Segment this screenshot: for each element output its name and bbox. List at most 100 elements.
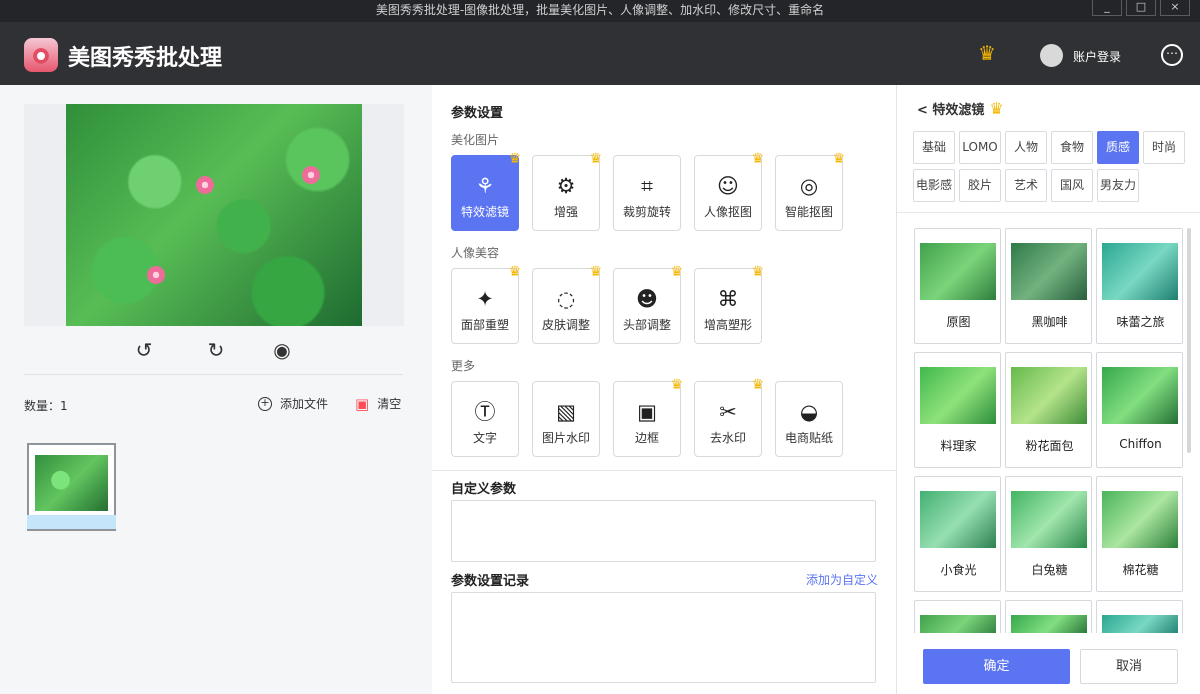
filter-card[interactable]: 料理家 (914, 352, 1001, 468)
filter-card[interactable]: 黑咖啡 (1005, 228, 1092, 344)
filter-card[interactable]: 小食光 (914, 476, 1001, 592)
filter-card-partial[interactable] (1005, 600, 1092, 637)
filter-card[interactable]: 粉花面包 (1005, 352, 1092, 468)
parameter-record-box[interactable] (451, 592, 876, 683)
filter-category[interactable]: 基础 (913, 131, 955, 164)
feature-remove-watermark[interactable]: ✂ 去水印 ♛ (694, 378, 764, 457)
filter-card[interactable]: 白兔糖 (1005, 476, 1092, 592)
flower-mark (302, 166, 320, 184)
crown-icon: ♛ (670, 377, 683, 393)
thumbnail-selection-bar (27, 515, 116, 529)
crown-icon: ♛ (832, 151, 845, 167)
feature-enhance[interactable]: ⚙ 增强 ♛ (532, 152, 602, 231)
filter-card-partial[interactable] (914, 600, 1001, 637)
parameter-record-title: 参数设置记录 (451, 574, 530, 589)
crown-icon: ♛ (508, 264, 521, 280)
confirm-button[interactable]: 确定 (923, 649, 1070, 684)
app-name: 美图秀秀批处理 (68, 46, 223, 71)
filter-footer: 确定 取消 (897, 633, 1200, 694)
filter-preview-image (920, 243, 996, 300)
filter-name: 料理家 (940, 439, 977, 453)
feature-label: 电商贴纸 (784, 431, 833, 445)
filter-category[interactable]: 人物 (1005, 131, 1047, 164)
filter-card[interactable]: 原图 (914, 228, 1001, 344)
section-title: 人像美容 (451, 246, 500, 260)
preview-icon[interactable]: ◉ (266, 337, 298, 363)
feature-text[interactable]: Ⓣ 文字 (451, 381, 519, 457)
filter-category[interactable]: 艺术 (1005, 169, 1047, 202)
left-panel: ↺ ↻ ◉ 数量：1 + 添加文件 ▣ 清空 (0, 85, 432, 694)
avatar[interactable] (1040, 44, 1063, 67)
count-label: 数量： (24, 399, 61, 413)
add-file-button[interactable]: + 添加文件 (258, 395, 328, 412)
feature-border[interactable]: ▣ 边框 ♛ (613, 377, 683, 457)
filter-card-partial[interactable] (1096, 600, 1183, 637)
filter-category-selected[interactable]: 质感 (1097, 131, 1139, 164)
feature-special-filter[interactable]: ⚘ 特效滤镜 ♛ (451, 152, 521, 231)
feature-face-reshape[interactable]: ✦ 面部重塑 ♛ (451, 264, 521, 344)
login-link[interactable]: 账户登录 (1073, 48, 1121, 65)
filter-preview-image (1102, 491, 1178, 548)
filter-name: 棉花糖 (1122, 563, 1159, 577)
app-logo (24, 38, 58, 72)
remove-watermark-icon: ✂ (719, 400, 737, 424)
clear-button[interactable]: ▣ 清空 (355, 395, 401, 412)
custom-parameters-box[interactable] (451, 500, 876, 562)
add-custom-link[interactable]: 添加为自定义 (806, 571, 878, 588)
middle-divider (432, 470, 896, 471)
back-filter-title[interactable]: < 特效滤镜 ♛ (917, 99, 1004, 118)
filter-name: 白兔糖 (1031, 563, 1068, 577)
feature-image-watermark[interactable]: ▧ 图片水印 (532, 381, 600, 457)
filter-card[interactable]: 味蕾之旅 (1096, 228, 1183, 344)
filter-category[interactable]: 食物 (1051, 131, 1093, 164)
feature-portrait-cutout[interactable]: ☺ 人像抠图 ♛ (694, 152, 764, 231)
filter-category[interactable]: 国风 (1051, 169, 1093, 202)
feature-head-adjust[interactable]: ☻ 头部调整 ♛ (613, 265, 683, 344)
feature-height-shape[interactable]: ⌘ 增高塑形 ♛ (694, 264, 764, 344)
smart-cutout-icon: ◎ (799, 174, 819, 198)
filter-name: 小食光 (940, 563, 977, 577)
filter-card[interactable]: 棉花糖 (1096, 476, 1183, 592)
maximize-button[interactable]: □ (1126, 0, 1156, 16)
filter-name: 黑咖啡 (1031, 315, 1068, 329)
feature-ecommerce-sticker[interactable]: ◒ 电商贴纸 (775, 381, 843, 457)
filter-category[interactable]: 男友力 (1097, 169, 1139, 202)
filter-preview-image (920, 491, 996, 548)
feature-crop-rotate[interactable]: ⌗ 裁剪旋转 (613, 155, 681, 231)
clear-label: 清空 (377, 397, 402, 411)
rotate-left-icon[interactable]: ↺ (128, 337, 160, 363)
parameter-title: 参数设置 (451, 106, 504, 121)
more-button[interactable]: ⋯ (1161, 44, 1183, 66)
filter-category[interactable]: 胶片 (959, 169, 1001, 202)
rotate-right-icon[interactable]: ↻ (200, 337, 232, 363)
enhance-icon: ⚙ (556, 174, 576, 198)
filter-category[interactable]: 电影感 (913, 169, 955, 202)
feature-label: 增强 (553, 205, 578, 219)
feature-skin-adjust[interactable]: ◌ 皮肤调整 ♛ (532, 265, 602, 344)
filter-card[interactable]: Chiffon (1096, 352, 1183, 468)
crown-icon: ♛ (751, 264, 764, 280)
close-button[interactable]: × (1160, 0, 1190, 16)
feature-label: 人像抠图 (703, 205, 752, 219)
cancel-button[interactable]: 取消 (1080, 649, 1178, 684)
vip-crown-icon[interactable]: ♛ (978, 41, 996, 65)
flower-mark (196, 176, 214, 194)
filter-category[interactable]: 时尚 (1143, 131, 1185, 164)
image-thumbnail[interactable] (27, 443, 116, 531)
add-icon: + (258, 396, 272, 411)
feature-smart-cutout[interactable]: ◎ 智能抠图 ♛ (775, 151, 845, 231)
filter-preview-image (1102, 367, 1178, 424)
minimize-button[interactable]: _ (1092, 0, 1122, 16)
filter-name: Chiffon (1119, 437, 1162, 451)
filter-name: 味蕾之旅 (1116, 315, 1165, 329)
filter-category[interactable]: LOMO (959, 131, 1001, 164)
portrait-cutout-icon: ☺ (717, 174, 739, 198)
filter-preview-image (920, 367, 996, 424)
window-title-bar: 美图秀秀批处理-图像批处理，批量美化图片、人像调整、加水印、修改尺寸、重命名 _… (0, 0, 1200, 22)
left-divider (24, 374, 403, 375)
text-icon: Ⓣ (474, 400, 496, 424)
filter-scrollbar[interactable] (1187, 228, 1191, 453)
count-value: 1 (60, 399, 68, 413)
add-file-label: 添加文件 (280, 397, 329, 411)
trash-icon: ▣ (355, 394, 370, 413)
